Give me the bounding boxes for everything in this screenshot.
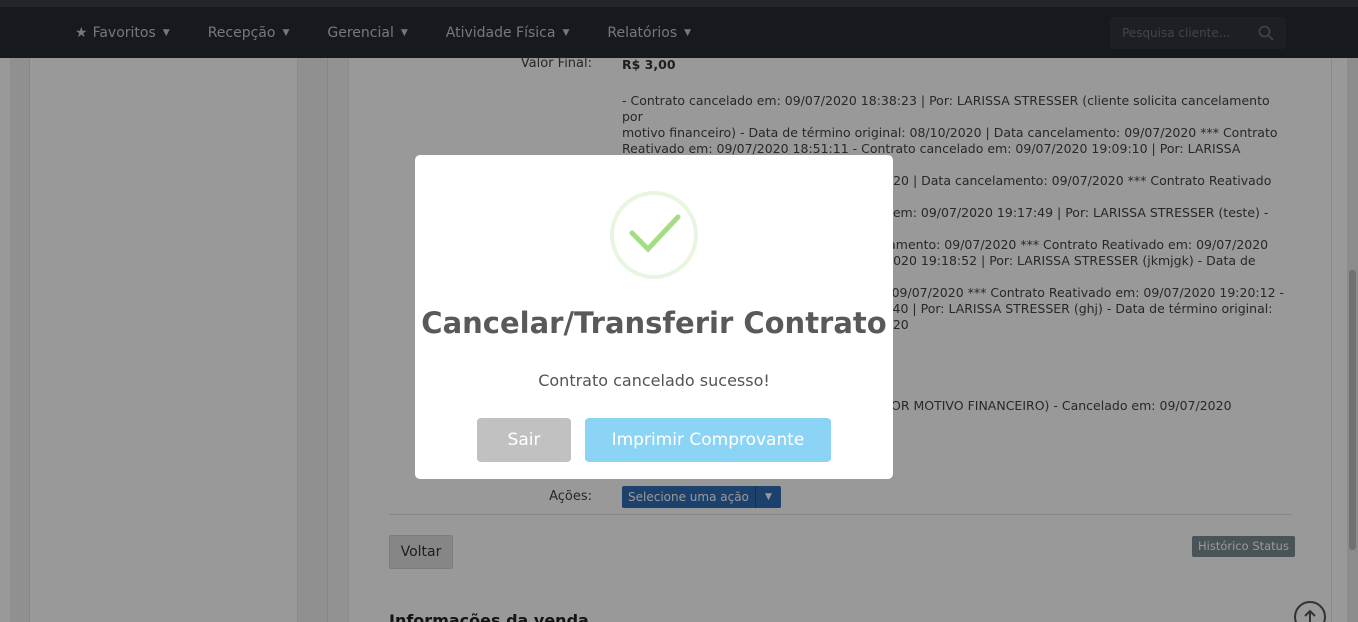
arrow-up-icon — [1304, 609, 1316, 622]
sair-button[interactable]: Sair — [477, 418, 571, 462]
imprimir-comprovante-button[interactable]: Imprimir Comprovante — [585, 418, 831, 462]
success-modal: Cancelar/Transferir Contrato Contrato ca… — [415, 155, 893, 479]
success-check-icon — [610, 191, 698, 279]
modal-message: Contrato cancelado sucesso! — [538, 371, 770, 390]
modal-title: Cancelar/Transferir Contrato — [421, 306, 887, 340]
